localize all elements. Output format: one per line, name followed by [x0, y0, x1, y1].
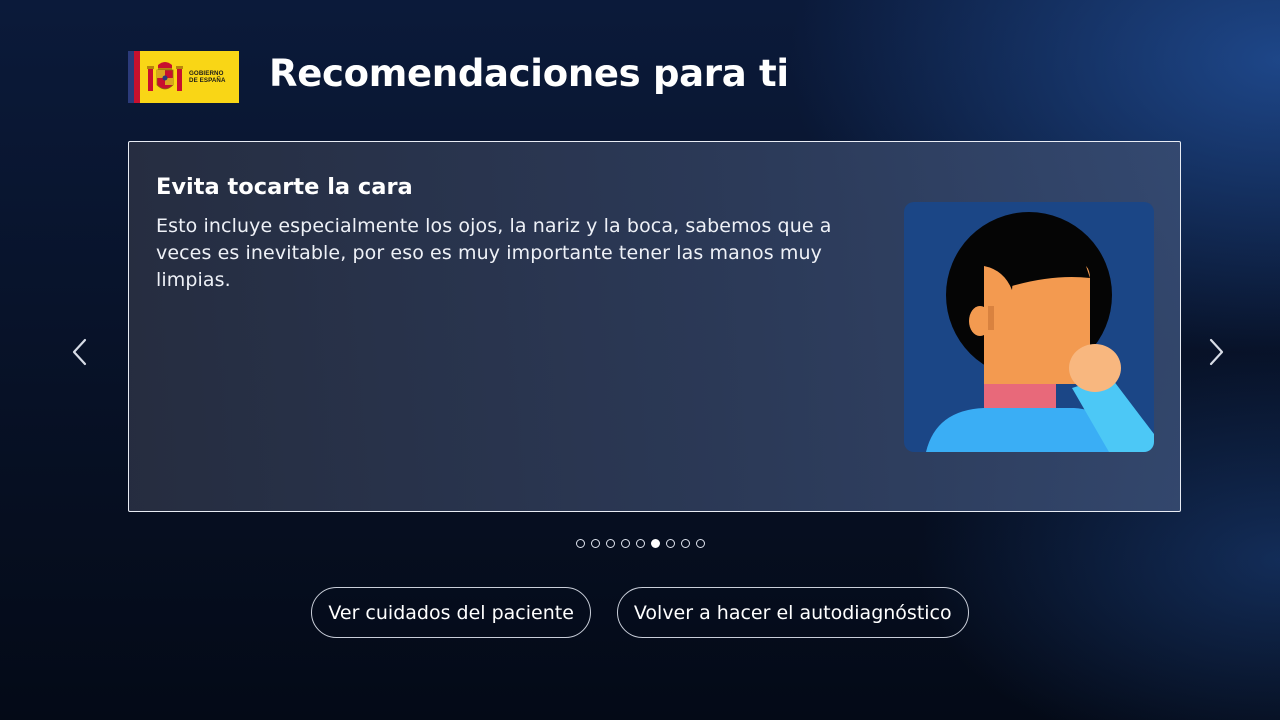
illustration-graphic	[904, 202, 1154, 452]
carousel-pagination	[0, 539, 1280, 551]
carousel-dot[interactable]	[635, 539, 645, 548]
carousel-dot[interactable]	[665, 539, 675, 548]
patient-care-button[interactable]: Ver cuidados del paciente	[311, 587, 591, 638]
logo-text: GOBIERNO DE ESPAÑA	[189, 70, 226, 84]
retake-self-diagnosis-button[interactable]: Volver a hacer el autodiagnóstico	[616, 587, 969, 638]
carousel-prev-button[interactable]	[66, 336, 94, 368]
carousel-dot[interactable]	[575, 539, 585, 548]
recommendation-title: Evita tocarte la cara	[156, 174, 413, 200]
carousel-next-button[interactable]	[1202, 336, 1230, 368]
recommendation-card: Evita tocarte la cara Esto incluye espec…	[128, 141, 1181, 512]
gobierno-de-espana-logo: GOBIERNO DE ESPAÑA	[128, 51, 239, 103]
action-buttons: Ver cuidados del paciente Volver a hacer…	[0, 587, 1280, 638]
carousel-dot[interactable]	[590, 539, 600, 548]
logo-text-line2: DE ESPAÑA	[189, 77, 226, 84]
person-touching-face-illustration	[904, 202, 1154, 452]
logo-yellow-field: GOBIERNO DE ESPAÑA	[140, 51, 239, 103]
chevron-right-icon	[1209, 338, 1224, 366]
logo-text-line1: GOBIERNO	[189, 70, 224, 77]
chevron-left-icon	[72, 338, 87, 366]
page-title: Recomendaciones para ti	[269, 52, 789, 95]
coat-of-arms-icon	[147, 62, 183, 91]
recommendation-text: Esto incluye especialmente los ojos, la …	[156, 215, 832, 291]
carousel-dot[interactable]	[695, 539, 705, 548]
carousel-dot[interactable]	[620, 539, 630, 548]
carousel-dot[interactable]	[605, 539, 615, 548]
carousel-dot[interactable]	[680, 539, 690, 548]
carousel-dot[interactable]	[650, 539, 660, 548]
